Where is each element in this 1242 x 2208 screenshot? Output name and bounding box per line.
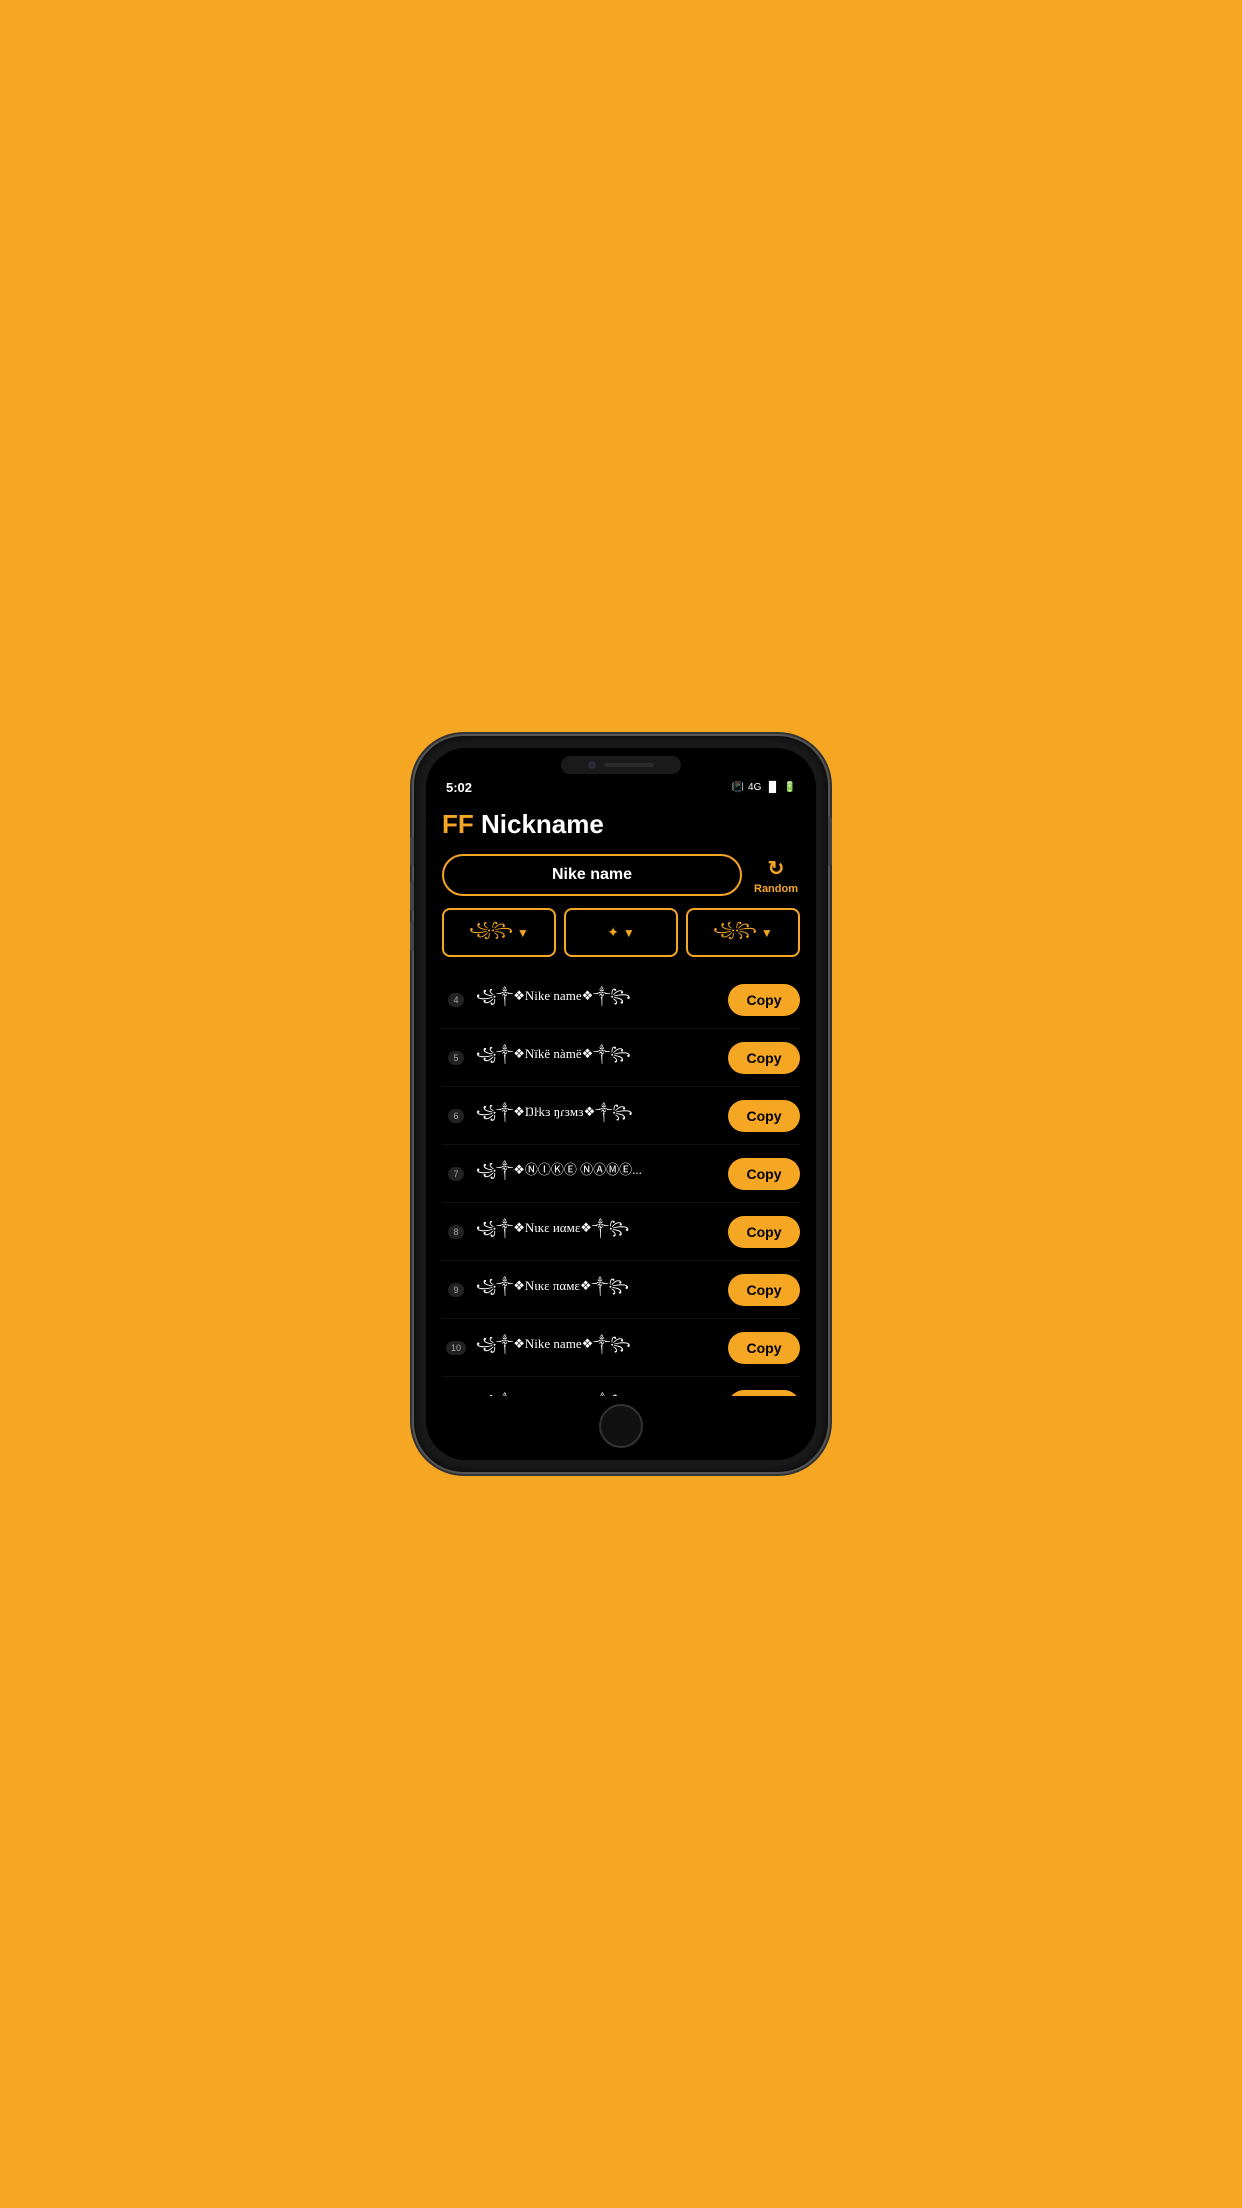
speaker [604, 763, 654, 767]
item-number: 10 [442, 1341, 470, 1355]
battery-icon: 🔋 [784, 782, 796, 793]
list-item: 9 ꧁༒❖Nιкε παмε❖༒꧂Copy [442, 1261, 800, 1319]
notch-area [426, 748, 816, 778]
filter-3-arrow: ▼ [761, 926, 773, 940]
filter-btn-2[interactable]: ✦ ▼ [564, 908, 678, 957]
status-icons: 📳 4G ▐▌ 🔋 [732, 782, 796, 793]
copy-button[interactable]: Copy [728, 1332, 800, 1364]
random-label: Random [754, 883, 798, 895]
filter-btn-3[interactable]: ꧁꧂ ▼ [686, 908, 800, 957]
notch [561, 756, 681, 774]
filter-3-symbol: ꧁꧂ [713, 918, 757, 947]
status-bar: 5:02 📳 4G ▐▌ 🔋 [426, 778, 816, 799]
random-icon: ↻ [768, 856, 785, 881]
app-title: FF Nickname [442, 809, 800, 840]
num-badge: 7 [448, 1167, 463, 1181]
list-item: 8 ꧁༒❖Nιкε иαмε❖༒꧂Copy [442, 1203, 800, 1261]
search-row: Nike name ↻ Random [442, 854, 800, 896]
nickname-text: ꧁༒❖ภเкє ภคๅє❖༒꧂ [470, 1387, 728, 1396]
item-number: 6 [442, 1109, 470, 1123]
nickname-text: ꧁༒❖Nιкε παмε❖༒꧂ [470, 1271, 728, 1308]
num-badge: 5 [448, 1051, 463, 1065]
phone-frame: 5:02 📳 4G ▐▌ 🔋 FF Nickname Nike name ↻ R… [414, 736, 828, 1472]
random-button[interactable]: ↻ Random [752, 856, 800, 895]
nickname-text: ꧁༒❖Ŋŀkɜ ŋɾɜмɜ❖༒꧂ [470, 1097, 728, 1134]
item-number: 4 [442, 993, 470, 1007]
filter-1-arrow: ▼ [517, 926, 529, 940]
status-time: 5:02 [446, 780, 472, 795]
nickname-text: ꧁༒❖Nιкε иαмε❖༒꧂ [470, 1213, 728, 1250]
filter-btn-1[interactable]: ꧁꧂ ▼ [442, 908, 556, 957]
copy-button[interactable]: Copy [728, 1042, 800, 1074]
copy-button[interactable]: Copy [728, 1100, 800, 1132]
copy-button[interactable]: Copy [728, 1158, 800, 1190]
nickname-list: 4꧁༒❖Nike name❖༒꧂Copy5꧁༒❖Nïkë nàmë❖༒꧂Copy… [442, 971, 800, 1396]
item-number: 9 [442, 1283, 470, 1297]
item-number: 5 [442, 1051, 470, 1065]
filter-2-arrow: ▼ [623, 926, 635, 940]
filter-row: ꧁꧂ ▼ ✦ ▼ ꧁꧂ ▼ [442, 908, 800, 957]
item-number: 8 [442, 1225, 470, 1239]
list-item: 7 ꧁༒❖ⓃⒾⓀⒺ ⓃⒶⓂⒺ...Copy [442, 1145, 800, 1203]
list-item: 11꧁༒❖ภเкє ภคๅє❖༒꧂Copy [442, 1377, 800, 1396]
filter-1-symbol: ꧁꧂ [469, 918, 513, 947]
list-item: 6 ꧁༒❖Ŋŀkɜ ŋɾɜмɜ❖༒꧂Copy [442, 1087, 800, 1145]
nickname-text: ꧁༒❖Nïkë nàmë❖༒꧂ [470, 1039, 728, 1076]
home-bar-area [426, 1396, 816, 1460]
list-item: 5 ꧁༒❖Nïkë nàmë❖༒꧂Copy [442, 1029, 800, 1087]
copy-button[interactable]: Copy [728, 984, 800, 1016]
vibrate-icon: 📳 [732, 782, 744, 793]
screen-content: FF Nickname Nike name ↻ Random ꧁꧂ ▼ ✦ ▼ [426, 799, 816, 1396]
item-number: 7 [442, 1167, 470, 1181]
title-rest: Nickname [474, 809, 604, 839]
nickname-text: ꧁༒❖Nike name❖༒꧂ [470, 981, 728, 1018]
network-icon: 4G [748, 782, 761, 793]
list-item: 4 ꧁༒❖Nike name❖༒꧂Copy [442, 971, 800, 1029]
home-button[interactable] [599, 1404, 643, 1448]
num-badge: 9 [448, 1283, 463, 1297]
num-badge: 10 [446, 1341, 466, 1355]
nickname-text: ꧁༒❖Nike name❖༒꧂ [470, 1329, 728, 1366]
copy-button[interactable]: Copy [728, 1274, 800, 1306]
nickname-text: ꧁༒❖ⓃⒾⓀⒺ ⓃⒶⓂⒺ... [470, 1155, 728, 1192]
num-badge: 8 [448, 1225, 463, 1239]
ff-label: FF [442, 809, 474, 839]
search-box[interactable]: Nike name [442, 854, 742, 896]
num-badge: 6 [448, 1109, 463, 1123]
signal-icon: ▐▌ [765, 782, 779, 793]
filter-2-symbol: ✦ [607, 924, 619, 941]
copy-button[interactable]: Copy [728, 1216, 800, 1248]
num-badge: 4 [448, 993, 463, 1007]
list-item: 10 ꧁༒❖Nike name❖༒꧂Copy [442, 1319, 800, 1377]
phone-screen: 5:02 📳 4G ▐▌ 🔋 FF Nickname Nike name ↻ R… [426, 748, 816, 1460]
camera [588, 761, 596, 769]
